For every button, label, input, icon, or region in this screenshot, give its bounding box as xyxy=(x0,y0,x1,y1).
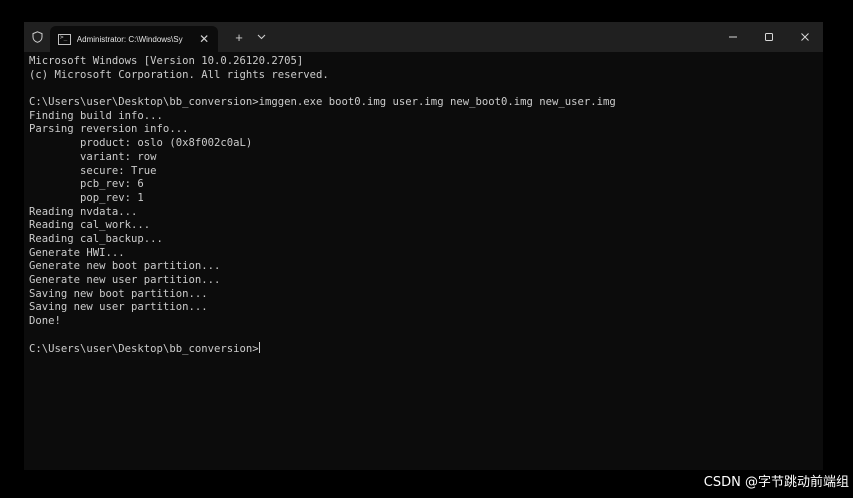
terminal-line: Parsing reversion info... xyxy=(29,123,189,136)
maximize-button[interactable] xyxy=(751,22,787,52)
terminal-line: product: oslo (0x8f002c0aL) xyxy=(29,137,253,150)
terminal-line: Generate new boot partition... xyxy=(29,260,221,273)
terminal-window: >_ Administrator: C:\Windows\Sy ✕ + Micr… xyxy=(24,22,823,470)
terminal-line: Generate new user partition... xyxy=(29,274,221,286)
text-cursor xyxy=(258,342,260,354)
terminal-line: Saving new user partition... xyxy=(29,301,208,314)
minimize-button[interactable] xyxy=(715,22,751,52)
new-tab-button[interactable]: + xyxy=(228,30,250,45)
terminal-line: Finding build info... xyxy=(29,109,163,122)
terminal-line: Done! xyxy=(29,315,61,328)
terminal-line: Generate HWI... xyxy=(29,246,125,259)
close-icon xyxy=(801,33,809,41)
tab-title: Administrator: C:\Windows\Sy xyxy=(76,34,183,44)
terminal-line: (c) Microsoft Corporation. All rights re… xyxy=(29,68,329,81)
watermark: CSDN @字节跳动前端组 xyxy=(703,475,849,490)
terminal-line: secure: True xyxy=(29,164,157,177)
terminal-prompt: C:\Users\user\Desktop\bb_conversion> xyxy=(29,343,259,356)
shield-icon xyxy=(24,22,50,52)
terminal-line: Reading cal_work... xyxy=(29,219,151,232)
close-button[interactable] xyxy=(787,22,823,52)
terminal-line: Saving new boot partition... xyxy=(29,287,208,300)
chevron-down-icon[interactable] xyxy=(250,32,272,42)
terminal-line: variant: row xyxy=(29,150,157,163)
terminal-line: C:\Users\user\Desktop\bb_conversion>imgg… xyxy=(29,96,616,109)
terminal-output[interactable]: Microsoft Windows [Version 10.0.26120.27… xyxy=(29,55,809,356)
terminal-prompt-line[interactable]: C:\Users\user\Desktop\bb_conversion> xyxy=(29,342,809,356)
terminal-line: Reading cal_backup... xyxy=(29,232,163,245)
terminal-line: Microsoft Windows [Version 10.0.26120.27… xyxy=(29,55,304,67)
tab-administrator[interactable]: >_ Administrator: C:\Windows\Sy ✕ xyxy=(50,26,218,52)
minimize-icon xyxy=(729,36,737,38)
terminal-line: pop_rev: 1 xyxy=(29,191,144,204)
tab-close-button[interactable]: ✕ xyxy=(196,32,212,46)
terminal-line: Reading nvdata... xyxy=(29,205,138,218)
terminal-icon: >_ xyxy=(58,33,71,45)
title-bar[interactable]: >_ Administrator: C:\Windows\Sy ✕ + xyxy=(24,22,823,52)
terminal-line: pcb_rev: 6 xyxy=(29,178,144,191)
maximize-icon xyxy=(765,33,773,41)
